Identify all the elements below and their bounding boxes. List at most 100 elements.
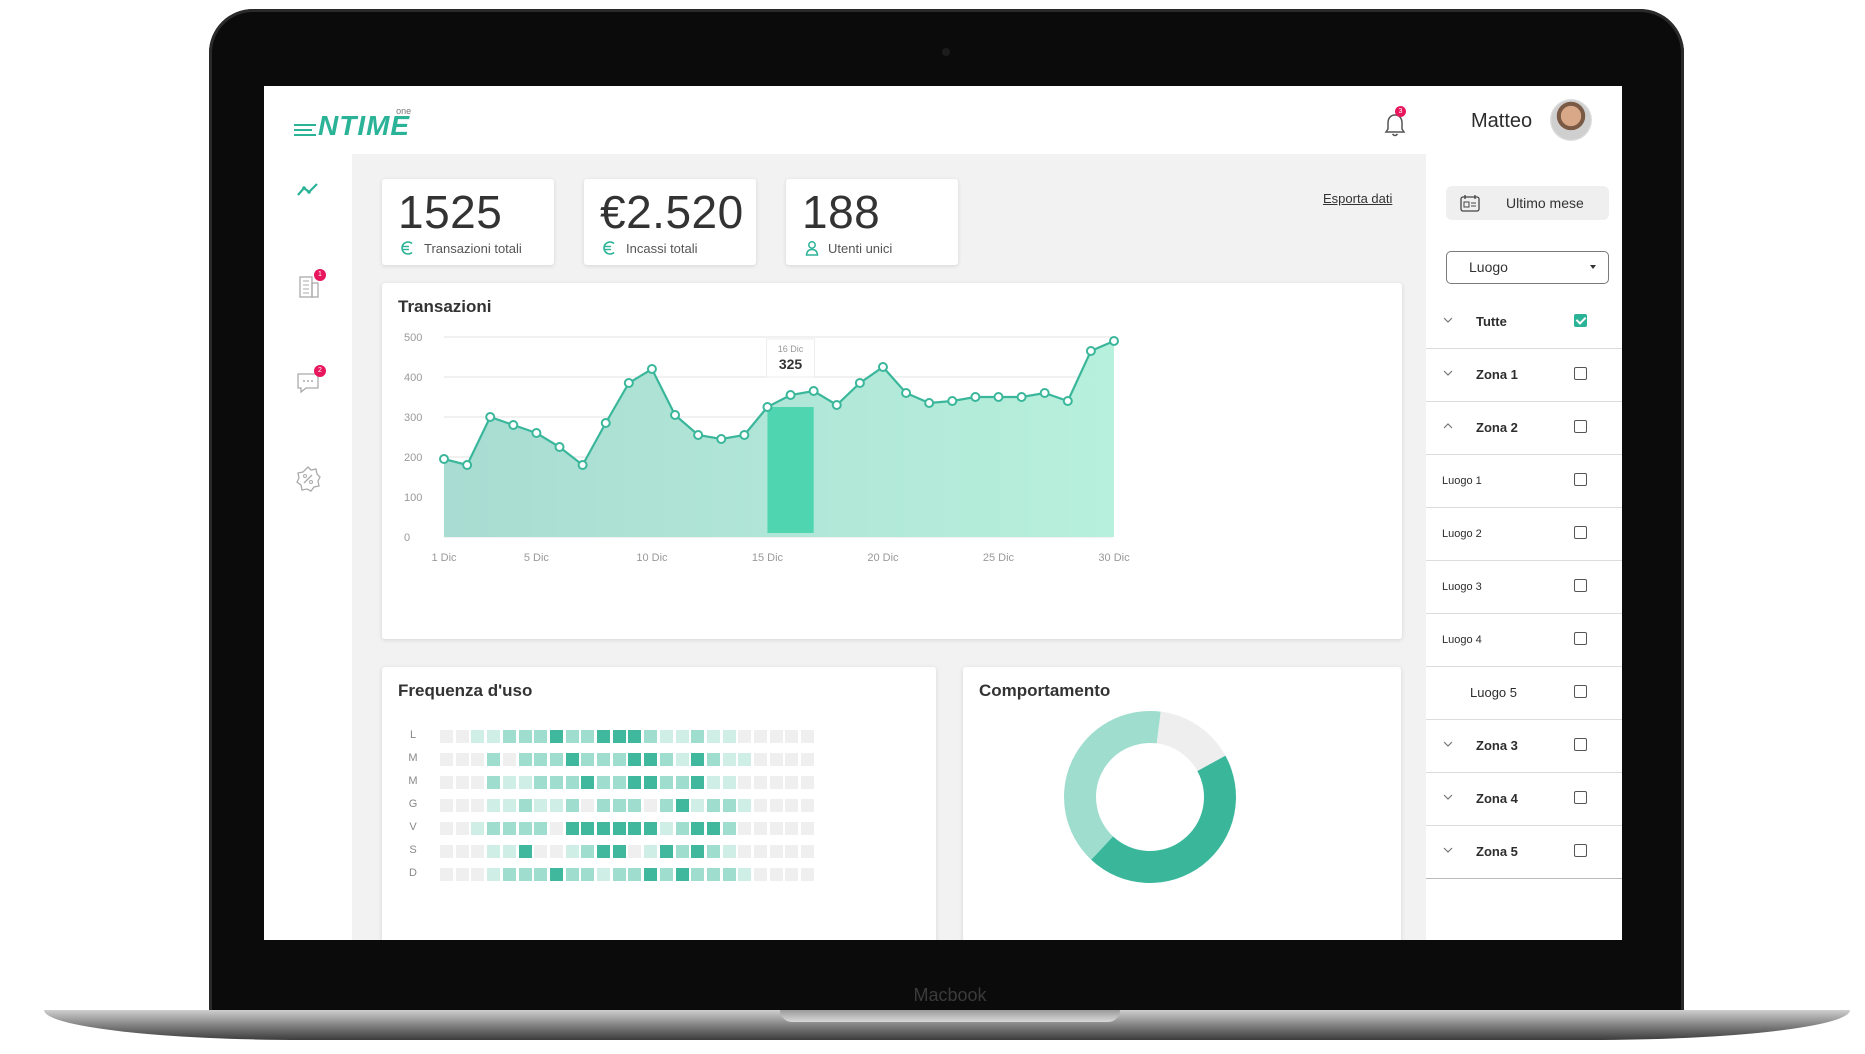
heatmap-cell[interactable] (691, 753, 705, 766)
heatmap-cell[interactable] (628, 822, 642, 835)
data-point[interactable] (877, 362, 888, 372)
heatmap-cell[interactable] (534, 753, 548, 766)
heatmap-cell[interactable] (754, 753, 767, 766)
heatmap-cell[interactable] (502, 776, 516, 789)
heatmap-cell[interactable] (706, 868, 720, 881)
chevron-down-icon[interactable] (1442, 740, 1454, 748)
heatmap-cell[interactable] (644, 822, 658, 835)
heatmap-cell[interactable] (440, 776, 453, 789)
heatmap-cell[interactable] (801, 776, 815, 789)
heatmap-cell[interactable] (659, 730, 673, 743)
heatmap-cell[interactable] (487, 799, 501, 812)
heatmap-cell[interactable] (549, 868, 563, 881)
heatmap-cell[interactable] (518, 822, 532, 835)
heatmap-cell[interactable] (518, 868, 532, 881)
heatmap-cell[interactable] (769, 753, 783, 766)
heatmap-cell[interactable] (612, 822, 626, 835)
heatmap-cell[interactable] (785, 776, 799, 789)
heatmap-cell[interactable] (597, 776, 610, 789)
heatmap-cell[interactable] (581, 822, 595, 835)
heatmap-cell[interactable] (706, 753, 720, 766)
heatmap-cell[interactable] (628, 799, 642, 812)
heatmap-cell[interactable] (549, 822, 563, 835)
data-point[interactable] (808, 386, 819, 396)
heatmap-cell[interactable] (691, 776, 705, 789)
filter-row-zona-1[interactable]: Zona 1 (1426, 349, 1622, 402)
filter-row-luogo-2[interactable]: Luogo 2 (1426, 508, 1622, 561)
heatmap-cell[interactable] (644, 730, 658, 743)
heatmap-cell[interactable] (801, 845, 815, 858)
heatmap-cell[interactable] (628, 845, 642, 858)
filter-checkbox[interactable] (1574, 526, 1587, 539)
heatmap-cell[interactable] (487, 776, 501, 789)
data-point[interactable] (924, 398, 935, 408)
heatmap-cell[interactable] (754, 868, 767, 881)
data-point[interactable] (831, 400, 842, 410)
heatmap-cell[interactable] (706, 845, 720, 858)
heatmap-cell[interactable] (659, 868, 673, 881)
heatmap-cell[interactable] (644, 799, 658, 812)
chevron-up-icon[interactable] (1442, 422, 1454, 430)
heatmap-cell[interactable] (581, 868, 595, 881)
heatmap-cell[interactable] (675, 799, 689, 812)
heatmap-cell[interactable] (706, 799, 720, 812)
heatmap-cell[interactable] (659, 799, 673, 812)
heatmap-cell[interactable] (455, 799, 469, 812)
chevron-down-icon[interactable] (1442, 369, 1454, 377)
heatmap-cell[interactable] (738, 776, 752, 789)
filter-checkbox[interactable] (1574, 844, 1587, 857)
heatmap-cell[interactable] (738, 753, 752, 766)
heatmap-cell[interactable] (785, 822, 799, 835)
heatmap-cell[interactable] (612, 799, 626, 812)
filter-checkbox[interactable] (1574, 791, 1587, 804)
heatmap-cell[interactable] (549, 776, 563, 789)
heatmap-cell[interactable] (706, 822, 720, 835)
heatmap-cell[interactable] (612, 753, 626, 766)
heatmap-cell[interactable] (691, 730, 705, 743)
heatmap-cell[interactable] (754, 776, 767, 789)
data-point[interactable] (1109, 336, 1119, 346)
heatmap-cell[interactable] (455, 822, 469, 835)
heatmap-cell[interactable] (738, 845, 752, 858)
data-point[interactable] (947, 396, 958, 406)
filter-checkbox[interactable] (1574, 738, 1587, 751)
heatmap-cell[interactable] (534, 799, 548, 812)
heatmap-cell[interactable] (440, 868, 453, 881)
filter-checkbox[interactable] (1574, 685, 1587, 698)
heatmap-cell[interactable] (440, 753, 453, 766)
heatmap-cell[interactable] (549, 753, 563, 766)
donut-slice[interactable] (1091, 755, 1236, 883)
heatmap-cell[interactable] (440, 822, 453, 835)
heatmap-cell[interactable] (754, 845, 767, 858)
heatmap-cell[interactable] (769, 776, 783, 789)
data-point[interactable] (693, 430, 704, 440)
heatmap-cell[interactable] (597, 730, 610, 743)
heatmap-cell[interactable] (471, 822, 485, 835)
filter-checkbox[interactable] (1574, 420, 1587, 433)
place-select[interactable]: Luogo (1446, 251, 1609, 284)
data-point[interactable] (993, 392, 1004, 402)
heatmap-cell[interactable] (487, 845, 501, 858)
heatmap-cell[interactable] (549, 799, 563, 812)
chevron-down-icon[interactable] (1442, 846, 1454, 854)
filter-row-tutte[interactable]: Tutte (1426, 296, 1622, 349)
heatmap-cell[interactable] (769, 868, 783, 881)
heatmap-cell[interactable] (659, 822, 673, 835)
heatmap-cell[interactable] (597, 868, 610, 881)
heatmap-cell[interactable] (722, 845, 736, 858)
data-point[interactable] (1062, 396, 1073, 406)
heatmap-cell[interactable] (518, 799, 532, 812)
heatmap-cell[interactable] (691, 799, 705, 812)
heatmap-cell[interactable] (675, 845, 689, 858)
heatmap-cell[interactable] (785, 753, 799, 766)
highlight-bar[interactable] (767, 407, 814, 533)
filter-checkbox[interactable] (1574, 473, 1587, 486)
heatmap-cell[interactable] (691, 868, 705, 881)
heatmap-cell[interactable] (722, 822, 736, 835)
heatmap-cell[interactable] (518, 730, 532, 743)
heatmap-cell[interactable] (534, 845, 548, 858)
filter-checkbox[interactable] (1574, 314, 1587, 327)
heatmap-cell[interactable] (659, 753, 673, 766)
heatmap-cell[interactable] (612, 845, 626, 858)
heatmap-cell[interactable] (471, 753, 485, 766)
